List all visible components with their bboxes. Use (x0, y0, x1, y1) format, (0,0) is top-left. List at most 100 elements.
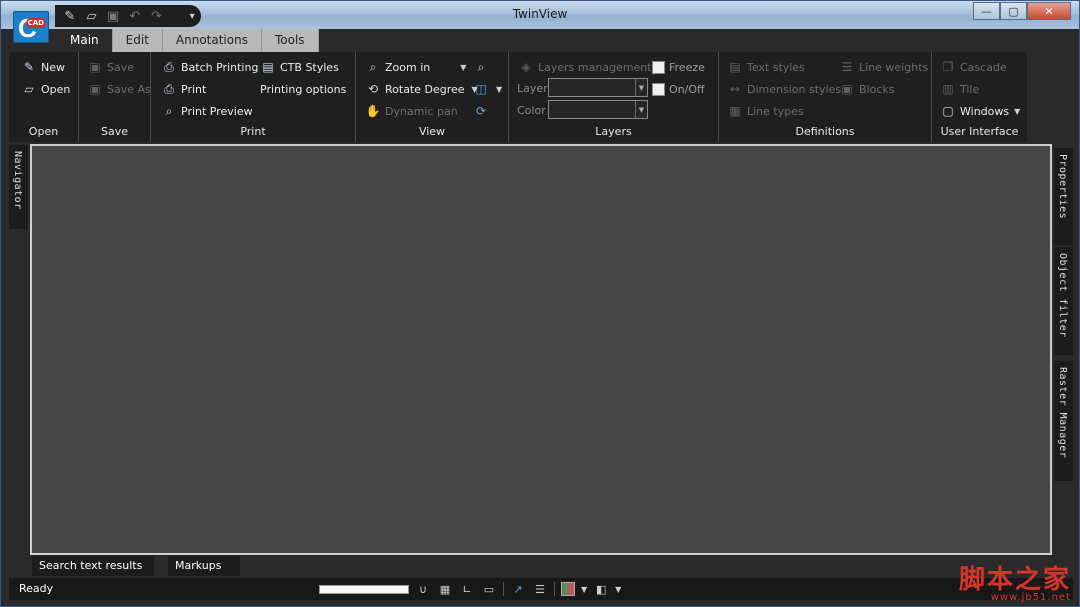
zoom-in-button[interactable]: ⌕ Zoom in ▼ (365, 57, 467, 77)
windows-label: Windows (960, 104, 1010, 118)
maximize-button[interactable]: ▢ (1000, 2, 1027, 20)
dynamic-pan-button[interactable]: ✋ Dynamic pan (365, 101, 458, 121)
navigator-panel-tab[interactable]: Navigator (9, 145, 28, 229)
status-text: Ready (19, 582, 54, 595)
line-types-icon: ▦ (729, 104, 741, 118)
pick-icon[interactable]: ↗ (510, 581, 526, 597)
object-filter-label: Object filter (1057, 253, 1068, 338)
line-weight-preview[interactable] (319, 584, 409, 594)
chevron-down-icon[interactable]: ▼ (581, 585, 587, 594)
on-off-toggle[interactable]: On/Off (652, 79, 705, 99)
separator (554, 582, 555, 596)
drawing-canvas[interactable] (30, 144, 1052, 555)
printing-options-button[interactable]: Printing options (260, 79, 346, 99)
save-icon[interactable]: ▣ (104, 7, 122, 25)
new-button[interactable]: ✎ New (21, 57, 65, 77)
redo-icon[interactable]: ↷ (148, 7, 166, 25)
new-icon[interactable]: ✎ (61, 7, 79, 25)
tab-annotations[interactable]: Annotations (162, 29, 262, 52)
cascade-icon: ❐ (942, 60, 954, 74)
tab-tools[interactable]: Tools (261, 29, 319, 52)
watermark-line1: 脚本之家 (958, 565, 1071, 595)
printing-options-label: Printing options (260, 82, 347, 96)
ctb-styles-button[interactable]: ▤ CTB Styles (260, 57, 338, 77)
tab-main[interactable]: Main (57, 29, 113, 52)
batch-printing-label: Batch Printing (181, 60, 259, 74)
color-dropdown[interactable]: ▼ (548, 100, 648, 119)
text-styles-button[interactable]: ▤ Text styles (727, 57, 805, 77)
magnet-icon[interactable]: ∪ (415, 581, 431, 597)
properties-panel-tab[interactable]: Properties (1054, 148, 1073, 245)
dimension-icon: ↔ (729, 82, 741, 96)
save-button[interactable]: ▣ Save (87, 57, 134, 77)
open-icon[interactable]: ▱ (83, 7, 101, 25)
window-icon: ▢ (942, 104, 954, 118)
cascade-button[interactable]: ❐ Cascade (940, 57, 1007, 77)
color-swatch[interactable] (561, 582, 575, 596)
ruler-icon[interactable]: ▭ (481, 581, 497, 597)
blocks-label: Blocks (859, 82, 895, 96)
new-label: New (41, 60, 65, 74)
status-tools: ∪ ▦ ∟ ▭ ↗ ☰ ▼ ◧ ▼ (319, 580, 621, 598)
user-interface-group-label: User Interface (940, 125, 1019, 138)
rotate-degree-button[interactable]: ⟲ Rotate Degree ▼ (365, 79, 478, 99)
tile-icon: ▥ (942, 82, 954, 96)
printer-icon: ⎙ (164, 81, 174, 96)
3d-view-button[interactable]: ◫ ▼ (473, 79, 502, 99)
dynamic-pan-label: Dynamic pan (385, 104, 458, 118)
dimension-styles-button[interactable]: ↔ Dimension styles (727, 79, 841, 99)
freeze-label: Freeze (669, 60, 705, 74)
save-group: ▣ Save ▣ Save As Save (79, 52, 151, 142)
save-label: Save (107, 60, 135, 74)
ortho-icon[interactable]: ∟ (459, 581, 475, 597)
grid-icon[interactable]: ▦ (437, 581, 453, 597)
blocks-button[interactable]: ▣ Blocks (839, 79, 894, 99)
minimize-button[interactable]: — (973, 2, 1000, 20)
zoom-extents-button[interactable]: ⌕ (473, 57, 489, 77)
freeze-checkbox[interactable] (652, 60, 665, 74)
tile-button[interactable]: ▥ Tile (940, 79, 979, 99)
folder-icon: ▱ (24, 82, 34, 96)
save-group-label: Save (100, 125, 128, 138)
tab-markups[interactable]: Markups (168, 556, 240, 576)
chevron-down-icon[interactable]: ▼ (615, 585, 621, 594)
app-logo-badge: CAD (25, 18, 46, 28)
orbit-button[interactable]: ⟳ (473, 101, 489, 121)
window-controls: — ▢ ✕ (973, 2, 1071, 20)
print-preview-button[interactable]: ⌕ Print Preview (161, 101, 253, 121)
view-group-label: View (418, 125, 446, 138)
chevron-down-icon: ▼ (496, 84, 503, 94)
view-group: ⌕ Zoom in ▼ ⟲ Rotate Degree ▼ ✋ Dynamic … (356, 52, 509, 142)
batch-printing-button[interactable]: ⎙ Batch Printing (161, 57, 258, 77)
quick-access-toolbar: ✎ ▱ ▣ ↶ ↷ ▾ (55, 5, 201, 27)
layers-management-label: Layers management (538, 60, 652, 74)
open-button[interactable]: ▱ Open (21, 79, 70, 99)
print-button[interactable]: ⎙ Print (161, 79, 206, 99)
undo-icon[interactable]: ↶ (126, 7, 144, 25)
print-group-label: Print (240, 125, 266, 138)
title-bar: TwinView ✎ ▱ ▣ ↶ ↷ ▾ — ▢ ✕ (1, 1, 1079, 29)
save-as-button[interactable]: ▣ Save As (87, 79, 150, 99)
raster-manager-panel-tab[interactable]: Raster Manager (1054, 361, 1073, 481)
object-filter-panel-tab[interactable]: Object filter (1054, 247, 1073, 355)
on-off-checkbox[interactable] (652, 82, 665, 96)
line-types-button[interactable]: ▦ Line types (727, 101, 803, 121)
chevron-down-icon: ▼ (460, 62, 467, 72)
layer-dropdown[interactable]: ▼ (548, 78, 648, 97)
freeze-toggle[interactable]: Freeze (652, 57, 705, 77)
background-icon[interactable]: ◧ (593, 581, 609, 597)
windows-button[interactable]: ▢ Windows ▼ (940, 101, 1020, 121)
print-preview-label: Print Preview (181, 104, 253, 118)
close-button[interactable]: ✕ (1027, 2, 1071, 20)
layers-management-button[interactable]: ◈ Layers management (518, 57, 652, 77)
line-weights-icon[interactable]: ☰ (532, 581, 548, 597)
status-bar: Ready ∪ ▦ ∟ ▭ ↗ ☰ ▼ ◧ ▼ (9, 578, 1073, 600)
customize-icon[interactable]: ▾ (183, 7, 201, 25)
tab-search-text-results[interactable]: Search text results (32, 556, 154, 576)
on-off-label: On/Off (669, 82, 705, 96)
layers-icon: ◈ (521, 60, 531, 74)
app-logo[interactable]: C CAD (13, 11, 49, 43)
line-weights-button[interactable]: ☰ Line weights (839, 57, 929, 77)
tab-edit[interactable]: Edit (112, 29, 163, 52)
cascade-label: Cascade (960, 60, 1007, 74)
